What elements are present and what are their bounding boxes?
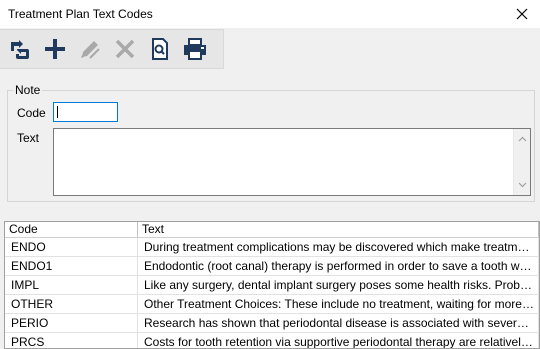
chevron-up-icon [518,136,526,142]
scroll-up-button[interactable] [514,131,530,147]
edit-button[interactable] [74,32,105,66]
code-input[interactable] [53,102,118,122]
cell-text: Research has shown that periodontal dise… [138,314,539,332]
cell-code: ENDO1 [5,257,138,275]
table-row[interactable]: PERIO Research has shown that periodonta… [5,314,539,333]
toolbar [0,29,224,69]
delete-icon [115,39,134,59]
cell-text: Endodontic (root canal) therapy is perfo… [138,257,539,275]
preview-icon [151,38,168,60]
table-row[interactable]: ENDO1 Endodontic (root canal) therapy is… [5,257,539,276]
edit-icon [80,41,100,59]
table-row[interactable]: IMPL Like any surgery, dental implant su… [5,276,539,295]
cell-text: Other Treatment Choices: These include n… [138,295,539,313]
cell-text: Like any surgery, dental implant surgery… [138,276,539,294]
title-bar: Treatment Plan Text Codes [0,0,540,28]
cell-code: OTHER [5,295,138,313]
table-row[interactable]: ENDO During treatment complications may … [5,238,539,257]
refresh-button[interactable] [4,32,35,66]
cell-code: PERIO [5,314,138,332]
text-area[interactable] [53,128,531,196]
text-caret [57,106,58,118]
close-icon [516,8,528,20]
scroll-down-button[interactable] [514,177,530,193]
cell-text: During treatment complications may be di… [138,238,539,256]
note-legend: Note [13,83,43,97]
table-row[interactable]: OTHER Other Treatment Choices: These inc… [5,295,539,314]
code-label: Code [17,106,46,120]
add-icon [44,39,65,59]
grid-header: Code Text [5,222,539,238]
chevron-down-icon [518,182,526,188]
text-area-scrollbar[interactable] [513,129,530,195]
text-label: Text [17,131,40,145]
delete-button[interactable] [109,32,140,66]
cell-code: PRCS [5,333,138,348]
window-title: Treatment Plan Text Codes [8,7,153,21]
cell-code: ENDO [5,238,138,256]
dialog-window: Treatment Plan Text Codes Note Code Text… [0,0,540,349]
close-button[interactable] [510,2,534,26]
column-header-code[interactable]: Code [5,222,138,237]
add-button[interactable] [39,32,70,66]
print-icon [183,38,206,60]
cell-text: Costs for tooth retention via supportive… [138,333,539,348]
codes-grid: Code Text ENDO During treatment complica… [4,221,540,349]
preview-button[interactable] [144,32,175,66]
print-button[interactable] [179,32,210,66]
cell-code: IMPL [5,276,138,294]
refresh-icon [10,40,29,59]
table-row[interactable]: PRCS Costs for tooth retention via suppo… [5,333,539,348]
column-header-text[interactable]: Text [138,222,539,237]
